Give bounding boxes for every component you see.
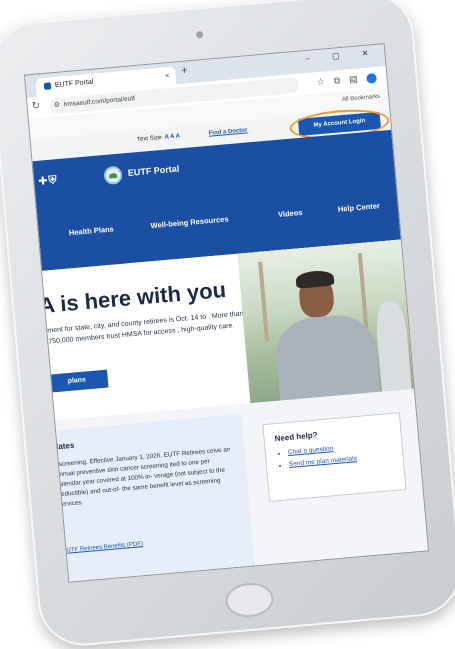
help-card: Need help? Chat a question Send me plan …: [262, 412, 407, 502]
window-controls[interactable]: – ▢ ✕: [305, 48, 379, 63]
all-bookmarks-link[interactable]: All Bookmarks: [342, 94, 381, 103]
extensions-icon[interactable]: ⧉: [333, 75, 340, 86]
help-links: Chat a question Send me plan materials: [265, 441, 358, 473]
tablet-screen: EUTF Portal × + – ▢ ✕ ↻ ⚙ hmsaeutf.com/p…: [23, 43, 430, 583]
nav-help-center[interactable]: Help Center: [337, 201, 380, 214]
tablet-device: EUTF Portal × + – ▢ ✕ ↻ ⚙ hmsaeutf.com/p…: [0, 0, 455, 649]
updates-panel: dates r screening. Effective January 1, …: [53, 414, 255, 582]
home-button[interactable]: [224, 580, 275, 620]
retiree-benefits-link[interactable]: EUTF Retirees Benefits (PDF): [62, 541, 143, 554]
help-title: Need help?: [274, 430, 318, 444]
star-icon[interactable]: ☆: [316, 77, 325, 88]
palm-tree: [258, 261, 270, 342]
bcbs-logo[interactable]: ✚⛨: [38, 173, 59, 189]
person-hair: [295, 269, 335, 289]
text-size-options[interactable]: A A A: [164, 133, 180, 140]
person-figure: [273, 312, 381, 404]
second-person-figure: [374, 299, 412, 392]
nav-wellbeing-resources[interactable]: Well-being Resources: [150, 214, 229, 230]
nav-health-plans[interactable]: Health Plans: [69, 224, 115, 237]
camera-icon: [195, 30, 204, 39]
eutf-logo-icon[interactable]: [103, 165, 123, 186]
sidebar-icon[interactable]: ▤: [349, 74, 358, 85]
tab-close-icon[interactable]: ×: [164, 67, 170, 85]
updates-body: r screening. Effective January 1, 2026, …: [54, 446, 231, 509]
main-nav: Health Plans Well-being Resources Videos…: [39, 200, 399, 249]
portal-title[interactable]: EUTF Portal: [127, 164, 179, 178]
updates-title: dates: [53, 440, 75, 452]
hero-photo: [237, 239, 414, 404]
text-size-control[interactable]: Text Size: A A A: [137, 133, 180, 143]
site-info-icon[interactable]: ⚙: [53, 98, 61, 114]
find-doctor-link[interactable]: Find a Doctor: [209, 127, 248, 136]
reload-icon[interactable]: ↻: [31, 100, 40, 112]
toolbar-icons: ☆ ⧉ ▤: [307, 72, 377, 89]
content-area: dates r screening. Effective January 1, …: [53, 388, 428, 582]
nav-videos[interactable]: Videos: [278, 208, 303, 219]
new-tab-button[interactable]: +: [181, 64, 188, 77]
url-text: hmsaeutf.com/portal/eutf: [63, 95, 136, 109]
tab-title: EUTF Portal: [54, 78, 94, 90]
profile-avatar[interactable]: [366, 72, 377, 84]
plans-button[interactable]: plans: [45, 369, 109, 393]
favicon-icon: [43, 82, 52, 90]
text-size-label: Text Size:: [136, 134, 164, 144]
